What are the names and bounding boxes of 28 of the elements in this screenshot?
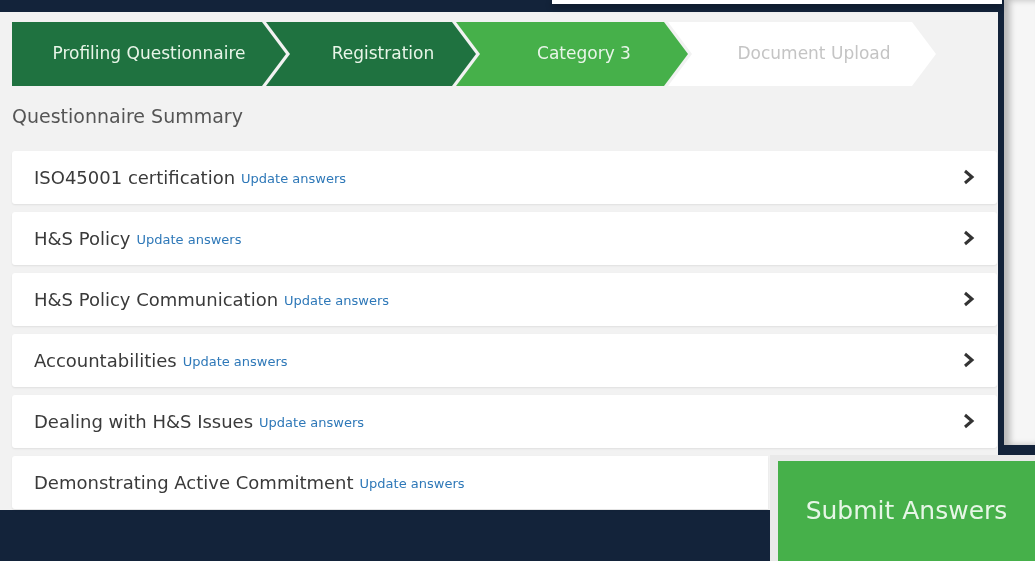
summary-row[interactable]: H&S Policy Update answers [12, 211, 997, 265]
update-link[interactable]: Update answers [136, 226, 242, 250]
wizard-step: Profiling Questionnaire [12, 22, 286, 86]
chevron-right-icon [963, 291, 975, 307]
row-title: Accountabilities [34, 348, 177, 373]
chevron-right-icon [963, 169, 975, 185]
row-title: ISO45001 certification [34, 165, 236, 190]
update-link[interactable]: Update answers [182, 348, 288, 372]
row-title: H&S Policy Communication [34, 287, 279, 312]
wizard-step: Category 3 [456, 22, 688, 86]
summary-row[interactable]: Accountabilities Update answers [12, 333, 997, 387]
chevron-right-icon [963, 230, 975, 246]
update-link[interactable]: Update answers [259, 409, 365, 433]
section-title: Questionnaire Summary [12, 104, 244, 129]
summary-row[interactable]: Dealing with H&S Issues Update answers [12, 394, 997, 448]
update-link[interactable]: Update answers [284, 287, 390, 311]
summary-row[interactable]: Demonstrating Active Commitment Update answers [12, 455, 768, 509]
row-title: H&S Policy [34, 226, 131, 251]
chevron-right-icon [963, 352, 975, 368]
update-link[interactable]: Update answers [359, 470, 465, 494]
update-link[interactable]: Update answers [241, 165, 346, 189]
row-title: Dealing with H&S Issues [34, 409, 254, 434]
summary-row[interactable]: ISO45001 certification Update answers [12, 150, 997, 204]
wizard-step: Registration [266, 22, 476, 86]
summary-row[interactable]: H&S Policy Communication Update answers [12, 272, 997, 326]
wizard-step: Document Upload [668, 22, 936, 86]
chevron-right-icon [963, 413, 975, 429]
row-title: Demonstrating Active Commitment [34, 470, 354, 495]
